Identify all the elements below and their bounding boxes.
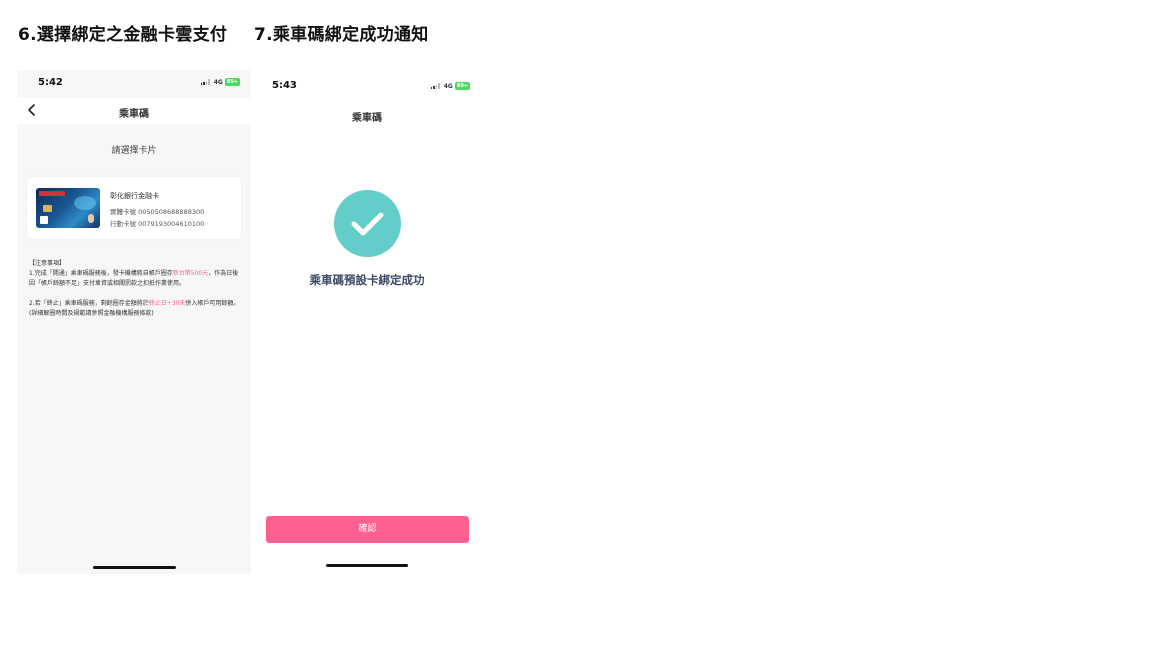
signal-icon	[430, 83, 440, 89]
check-circle-icon	[334, 190, 401, 257]
card-selection-screen: 5:42 4G 89+ 乘車碼 請選擇卡片 彰化銀行金融卡 實體卡號 00505…	[17, 70, 251, 574]
status-indicators: 4G 89+	[200, 78, 240, 86]
home-indicator[interactable]	[93, 566, 176, 569]
battery-icon: 89+	[224, 78, 240, 86]
mobile-card-number: 0079193004610100	[138, 220, 205, 228]
mobile-card-label: 行動卡號	[110, 220, 136, 228]
physical-card-label: 實體卡號	[110, 208, 136, 216]
notice-highlight-amount: 新台幣500元	[172, 270, 209, 277]
success-message: 乘車碼預設卡綁定成功	[309, 273, 425, 287]
physical-card-number-row: 實體卡號 0050508688888300	[110, 206, 204, 216]
step6-heading: 6.選擇綁定之金融卡雲支付	[18, 25, 228, 45]
card-image	[36, 188, 100, 228]
network-type: 4G	[443, 82, 453, 90]
nav-bar: 乘車碼	[17, 98, 251, 124]
binding-success-screen: 5:43 4G 89+ 乘車碼 乘車碼預設卡綁定成功 確認	[262, 72, 472, 576]
notice-item-1: 1.完成「開通」乘車碼服務後，發卡機構將自帳戶圈存新台幣500元，作為日後因「帳…	[29, 270, 239, 287]
nav-bar: 乘車碼	[262, 102, 472, 128]
status-time: 5:43	[272, 80, 297, 91]
notice-highlight-date: 終止日+30天	[148, 300, 186, 307]
confirm-button[interactable]: 確認	[266, 516, 469, 543]
bank-card-option[interactable]: 彰化銀行金融卡 實體卡號 0050508688888300 行動卡號 00791…	[27, 177, 241, 239]
status-time: 5:42	[38, 77, 63, 88]
notice-item-2: 2.若「終止」乘車碼服務，剩餘圈存金額將於終止日+30天併入帳戶可用餘額。(詳細…	[29, 300, 240, 317]
home-indicator[interactable]	[326, 564, 408, 567]
physical-card-number: 0050508688888300	[138, 208, 205, 216]
section-label: 請選擇卡片	[111, 146, 157, 156]
signal-icon	[200, 79, 210, 85]
page-title: 乘車碼	[352, 113, 382, 124]
status-bar: 5:42 4G 89+	[17, 70, 251, 98]
mobile-card-number-row: 行動卡號 0079193004610100	[110, 218, 204, 228]
notice-section: 【注意事項】 1.完成「開通」乘車碼服務後，發卡機構將自帳戶圈存新台幣500元，…	[29, 259, 241, 319]
card-name: 彰化銀行金融卡	[110, 192, 159, 200]
battery-icon: 89+	[454, 82, 470, 90]
status-indicators: 4G 89+	[430, 82, 470, 90]
step7-heading: 7.乘車碼綁定成功通知	[254, 25, 429, 45]
page-title: 乘車碼	[119, 109, 149, 120]
status-bar: 5:43 4G 89+	[262, 72, 472, 100]
notice-title: 【注意事項】	[29, 260, 66, 267]
network-type: 4G	[213, 78, 223, 86]
